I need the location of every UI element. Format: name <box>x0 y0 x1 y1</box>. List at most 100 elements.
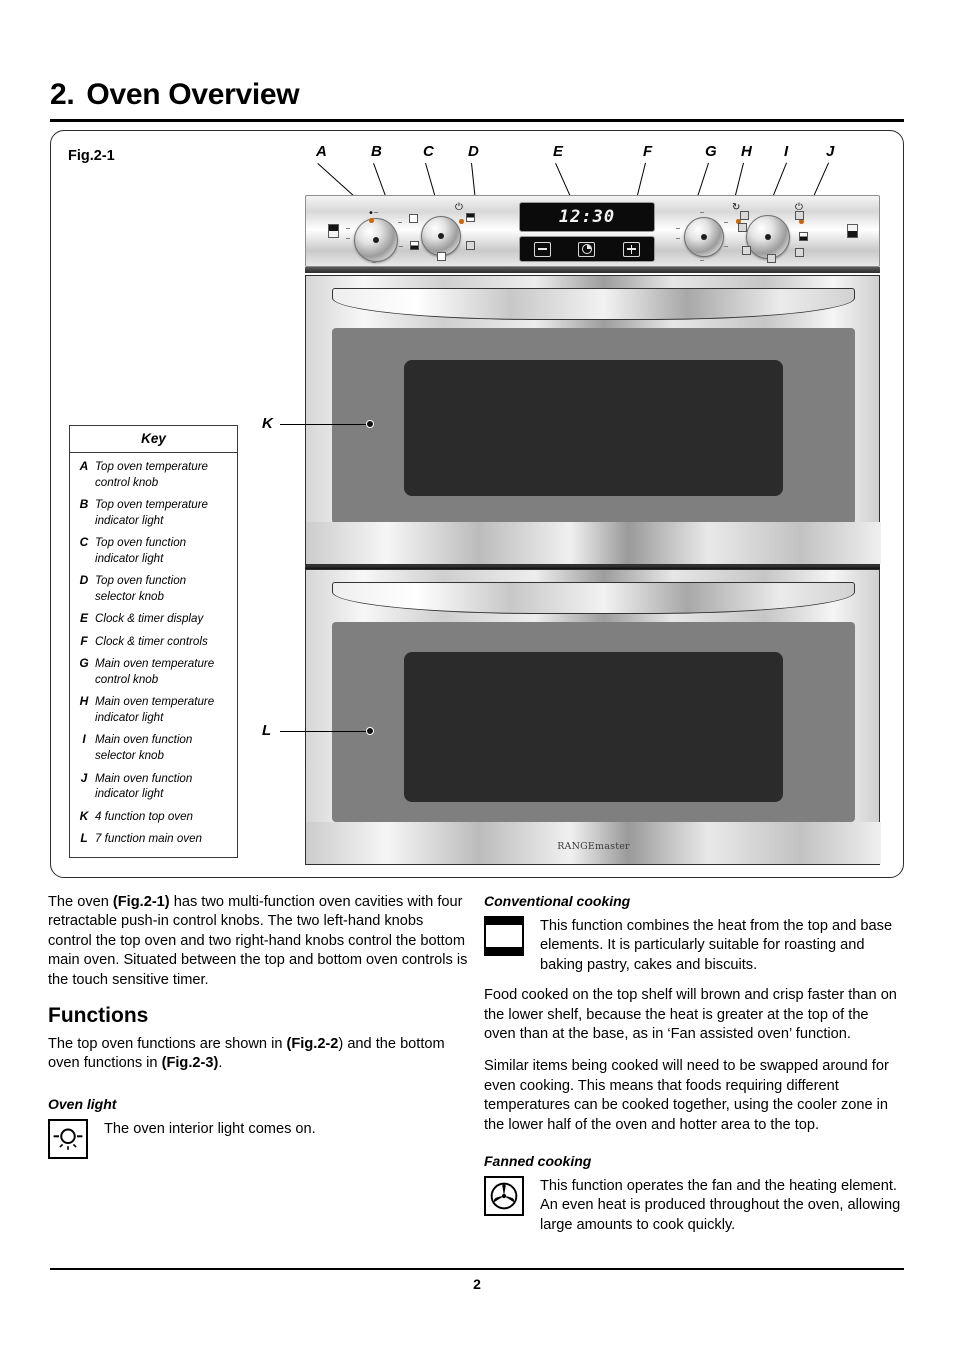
functions-text-3: . <box>218 1055 223 1072</box>
main-oven-door-foot: RANGEmaster <box>306 822 881 864</box>
main-oven-temperature-knob[interactable] <box>684 217 724 257</box>
conventional-paragraph-2: Food cooked on the top shelf will brown … <box>484 987 897 1043</box>
key-text: Top oven function selector knob <box>95 574 187 603</box>
main-oven-function-knob[interactable] <box>746 215 790 259</box>
key-item: G Main oven temperature control knob <box>76 656 229 687</box>
base-element-bar <box>486 947 522 954</box>
key-title: Key <box>70 426 237 453</box>
key-letter: L <box>80 831 88 846</box>
key-text: Clock & timer display <box>95 612 204 626</box>
timer-clock-button[interactable] <box>578 241 596 257</box>
top-oven-temperature-indicator-light <box>369 218 374 223</box>
key-letter: I <box>82 732 86 747</box>
top-oven-function-indicator-light <box>459 219 464 224</box>
key-letter: D <box>79 573 89 588</box>
chapter-number: 2. <box>50 78 75 111</box>
leader-line-l <box>280 731 369 733</box>
key-item: J Main oven function indicator light <box>76 771 229 802</box>
manual-page: 2. Oven Overview Fig.2-1 A B C D E F G H … <box>0 0 954 1350</box>
key-text: Top oven function indicator light <box>95 536 187 565</box>
top-oven-door[interactable] <box>305 275 881 565</box>
top-oven-temperature-knob[interactable] <box>354 218 398 262</box>
conventional-cooking-heading: Conventional cooking <box>484 893 631 909</box>
key-letter: E <box>79 611 88 626</box>
timer-minus-button[interactable] <box>533 241 551 257</box>
key-letter: H <box>79 694 89 709</box>
top-oven-handle[interactable] <box>332 288 855 320</box>
fanned-cooking-text: This function operates the fan and the h… <box>540 1178 901 1233</box>
key-text: Main oven function indicator light <box>95 771 193 801</box>
key-item: F Clock & timer controls <box>76 634 229 650</box>
oven-light-heading: Oven light <box>48 1095 117 1112</box>
key-letter: A <box>79 459 89 473</box>
key-text: Main oven temperature indicator light <box>95 695 215 724</box>
fig-ref-2: (Fig.2-2 <box>286 1036 339 1053</box>
oven-light-glyph <box>53 1128 83 1150</box>
callout-j: J <box>826 143 835 160</box>
key-item: D Top oven function selector knob <box>76 573 229 604</box>
key-text: 4 function top oven <box>95 809 193 823</box>
oven-light-icon <box>48 1118 88 1159</box>
main-oven-handle[interactable] <box>332 582 855 614</box>
function-mark-main-6 <box>795 248 804 257</box>
callout-h: H <box>741 143 752 160</box>
key-text: Main oven function selector knob <box>95 733 193 762</box>
function-mark-main-4 <box>795 211 804 220</box>
fanned-cooking-icon <box>484 1176 524 1217</box>
callout-l: L <box>262 722 272 739</box>
intro-paragraph: The oven (Fig.2-1) has two multi-functio… <box>48 893 468 990</box>
panel-shadow <box>305 267 880 273</box>
top-oven-door-foot <box>306 522 881 564</box>
fig-ref-1: (Fig.2-1) <box>112 894 170 910</box>
footer-divider <box>50 1268 904 1270</box>
oven-illustration: • ⏻ 12:30 ↻ ⏻ RANGEmaster <box>305 195 881 870</box>
key-text: Clock & timer controls <box>95 634 208 648</box>
control-panel: • ⏻ 12:30 ↻ ⏻ <box>305 195 880 267</box>
top-element-bar <box>486 918 522 925</box>
key-text: Main oven temperature control knob <box>95 657 215 686</box>
function-mark-top-2 <box>466 241 475 250</box>
top-oven-function-knob[interactable] <box>421 216 461 256</box>
page-number: 2 <box>473 1276 481 1292</box>
callout-d: D <box>468 143 479 160</box>
right-text-column: Conventional cooking This function combi… <box>484 893 904 1246</box>
timer-plus-button[interactable] <box>623 241 641 257</box>
key-box: Key A Top oven temperature control knob … <box>69 425 238 858</box>
leader-line-k <box>280 424 369 426</box>
panel-right-symbol-icon <box>847 224 858 238</box>
function-mark-main-1 <box>738 223 747 232</box>
key-letter: C <box>79 535 89 550</box>
callout-i: I <box>784 143 789 160</box>
conventional-paragraph-3: Similar items being cooked will need to … <box>484 1058 889 1133</box>
function-mark-main-7 <box>767 254 776 263</box>
key-letter: F <box>80 633 88 648</box>
fanned-cooking-row: This function operates the fan and the h… <box>484 1176 904 1235</box>
functions-paragraph: The top oven functions are shown in (Fig… <box>48 1035 468 1074</box>
figure-label: Fig.2-1 <box>68 148 115 164</box>
key-list: A Top oven temperature control knob B To… <box>70 453 237 857</box>
callout-g: G <box>705 143 717 160</box>
key-item: C Top oven function indicator light <box>76 535 229 566</box>
fanned-cooking-heading: Fanned cooking <box>484 1153 592 1170</box>
function-mark-top-4 <box>437 252 446 261</box>
brand-logo: RANGEmaster <box>557 841 630 852</box>
callout-a: A <box>316 143 327 160</box>
main-oven-door[interactable]: RANGEmaster <box>305 569 881 865</box>
functions-text-1: The top oven functions are shown in <box>48 1036 287 1053</box>
key-item: B Top oven temperature indicator light <box>76 497 229 528</box>
callout-b: B <box>371 143 382 160</box>
top-oven-glass-surround <box>332 328 855 524</box>
clock-timer-controls <box>519 236 655 262</box>
title-divider <box>50 119 904 122</box>
function-mark-main-2 <box>742 246 751 255</box>
clock-timer-module: 12:30 <box>519 202 655 262</box>
panel-left-symbol-icon <box>328 224 339 238</box>
key-text: Top oven temperature control knob <box>95 460 209 489</box>
key-item: I Main oven function selector knob <box>76 732 229 763</box>
top-oven-function-indicator-glyph: ⏻ <box>455 202 463 213</box>
top-oven-window <box>404 360 783 496</box>
oven-light-row: The oven interior light comes on. <box>48 1118 468 1159</box>
key-item: L 7 function main oven <box>76 831 229 847</box>
leader-dot-k <box>366 420 374 428</box>
conventional-cooking-row: This function combines the heat from the… <box>484 916 904 975</box>
